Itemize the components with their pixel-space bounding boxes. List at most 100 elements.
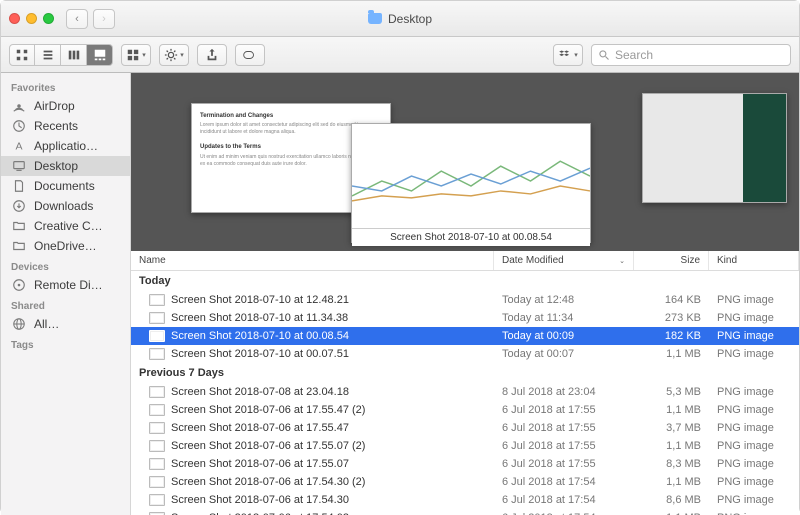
file-row[interactable]: Screen Shot 2018-07-08 at 23.04.188 Jul … (131, 383, 799, 401)
dropbox-button[interactable]: ▾ (553, 44, 583, 66)
view-list-button[interactable] (35, 44, 61, 66)
down-icon (11, 199, 27, 213)
search-icon (598, 49, 610, 61)
file-row[interactable]: Screen Shot 2018-07-10 at 11.34.38Today … (131, 309, 799, 327)
action-button[interactable]: ▾ (159, 44, 189, 66)
gallery-icon (93, 48, 107, 62)
column-date[interactable]: Date Modified⌄ (494, 251, 634, 270)
chart-preview-icon (352, 124, 590, 228)
file-name: Screen Shot 2018-07-10 at 00.08.54 (171, 330, 494, 342)
file-thumb-icon (149, 294, 165, 306)
sidebar-item-applicatio-[interactable]: AApplicatio… (1, 136, 130, 156)
window-controls (9, 13, 54, 24)
list-group-header: Today (131, 271, 799, 291)
file-row[interactable]: Screen Shot 2018-07-06 at 17.54.036 Jul … (131, 509, 799, 515)
close-icon[interactable] (9, 13, 20, 24)
sidebar-section-header: Favorites (1, 77, 130, 96)
file-row[interactable]: Screen Shot 2018-07-06 at 17.54.30 (2)6 … (131, 473, 799, 491)
file-date: Today at 12:48 (494, 294, 634, 306)
file-row[interactable]: Screen Shot 2018-07-06 at 17.55.47 (2)6 … (131, 401, 799, 419)
gallery-thumb[interactable] (642, 93, 787, 203)
column-size[interactable]: Size (634, 251, 709, 270)
view-mode-segment (9, 44, 113, 66)
file-thumb-icon (149, 386, 165, 398)
tags-button[interactable] (235, 44, 265, 66)
sidebar-item-onedrive-[interactable]: OneDrive… (1, 236, 130, 256)
zoom-icon[interactable] (43, 13, 54, 24)
grid-icon (15, 48, 29, 62)
sidebar-item-airdrop[interactable]: AirDrop (1, 96, 130, 116)
file-kind: PNG image (709, 422, 799, 434)
file-size: 8,6 MB (634, 494, 709, 506)
file-thumb-icon (149, 440, 165, 452)
share-button[interactable] (197, 44, 227, 66)
forward-button[interactable]: › (93, 9, 115, 29)
file-row[interactable]: Screen Shot 2018-07-10 at 12.48.21Today … (131, 291, 799, 309)
file-date: 6 Jul 2018 at 17:55 (494, 422, 634, 434)
main-area: Termination and ChangesLorem ipsum dolor… (131, 73, 799, 515)
file-row[interactable]: Screen Shot 2018-07-06 at 17.55.07 (2)6 … (131, 437, 799, 455)
clock-icon (11, 119, 27, 133)
column-name[interactable]: Name (131, 251, 494, 270)
chevron-down-icon: ▾ (142, 51, 146, 59)
file-date: Today at 00:09 (494, 330, 634, 342)
sidebar-item-desktop[interactable]: Desktop (1, 156, 130, 176)
sidebar: Favorites AirDrop Recents AApplicatio… Deskt… (1, 73, 131, 515)
sidebar-item-label: Desktop (34, 159, 78, 173)
file-thumb-icon (149, 494, 165, 506)
minimize-icon[interactable] (26, 13, 37, 24)
file-size: 164 KB (634, 294, 709, 306)
columns-icon (67, 48, 81, 62)
view-gallery-button[interactable] (87, 44, 113, 66)
file-row[interactable]: Screen Shot 2018-07-06 at 17.55.076 Jul … (131, 455, 799, 473)
file-size: 1,1 MB (634, 440, 709, 452)
sidebar-item-remote-di-[interactable]: Remote Di… (1, 275, 130, 295)
file-name: Screen Shot 2018-07-06 at 17.54.30 (2) (171, 476, 494, 488)
disc-icon (11, 278, 27, 292)
file-row[interactable]: Screen Shot 2018-07-10 at 00.08.54Today … (131, 327, 799, 345)
sidebar-item-documents[interactable]: Documents (1, 176, 130, 196)
file-name: Screen Shot 2018-07-06 at 17.55.07 (171, 458, 494, 470)
gallery-thumb-selected[interactable]: Screen Shot 2018-07-10 at 00.08.54 (351, 123, 591, 243)
file-kind: PNG image (709, 458, 799, 470)
sidebar-item-downloads[interactable]: Downloads (1, 196, 130, 216)
sidebar-item-all-[interactable]: All… (1, 314, 130, 334)
view-icon-button[interactable] (9, 44, 35, 66)
titlebar: ‹ › Desktop (1, 1, 799, 37)
search-placeholder: Search (615, 48, 653, 62)
file-row[interactable]: Screen Shot 2018-07-06 at 17.55.476 Jul … (131, 419, 799, 437)
view-column-button[interactable] (61, 44, 87, 66)
desktop-icon (11, 159, 27, 173)
file-thumb-icon (149, 422, 165, 434)
back-button[interactable]: ‹ (66, 9, 88, 29)
gear-icon (164, 48, 178, 62)
airdrop-icon (11, 99, 27, 113)
arrange-button[interactable]: ▾ (121, 44, 151, 66)
sidebar-item-label: Recents (34, 119, 78, 133)
window-title: Desktop (388, 12, 432, 26)
sidebar-item-recents[interactable]: Recents (1, 116, 130, 136)
file-date: Today at 00:07 (494, 348, 634, 360)
share-icon (205, 48, 219, 62)
file-size: 5,3 MB (634, 386, 709, 398)
file-row[interactable]: Screen Shot 2018-07-10 at 00.07.51Today … (131, 345, 799, 363)
file-row[interactable]: Screen Shot 2018-07-06 at 17.54.306 Jul … (131, 491, 799, 509)
search-field[interactable]: Search (591, 44, 791, 66)
file-kind: PNG image (709, 476, 799, 488)
file-date: 6 Jul 2018 at 17:55 (494, 440, 634, 452)
file-kind: PNG image (709, 404, 799, 416)
file-name: Screen Shot 2018-07-08 at 23.04.18 (171, 386, 494, 398)
sidebar-item-label: All… (34, 317, 59, 331)
file-size: 1,1 MB (634, 404, 709, 416)
sidebar-item-creative-c-[interactable]: Creative C… (1, 216, 130, 236)
sidebar-item-label: Downloads (34, 199, 93, 213)
file-list[interactable]: TodayScreen Shot 2018-07-10 at 12.48.21T… (131, 271, 799, 515)
sidebar-item-label: AirDrop (34, 99, 75, 113)
file-name: Screen Shot 2018-07-10 at 00.07.51 (171, 348, 494, 360)
list-group-header: Previous 7 Days (131, 363, 799, 383)
file-name: Screen Shot 2018-07-06 at 17.55.47 (2) (171, 404, 494, 416)
file-thumb-icon (149, 348, 165, 360)
sidebar-item-label: OneDrive… (34, 239, 97, 253)
column-kind[interactable]: Kind (709, 251, 799, 270)
sort-chevron-icon: ⌄ (619, 257, 625, 265)
